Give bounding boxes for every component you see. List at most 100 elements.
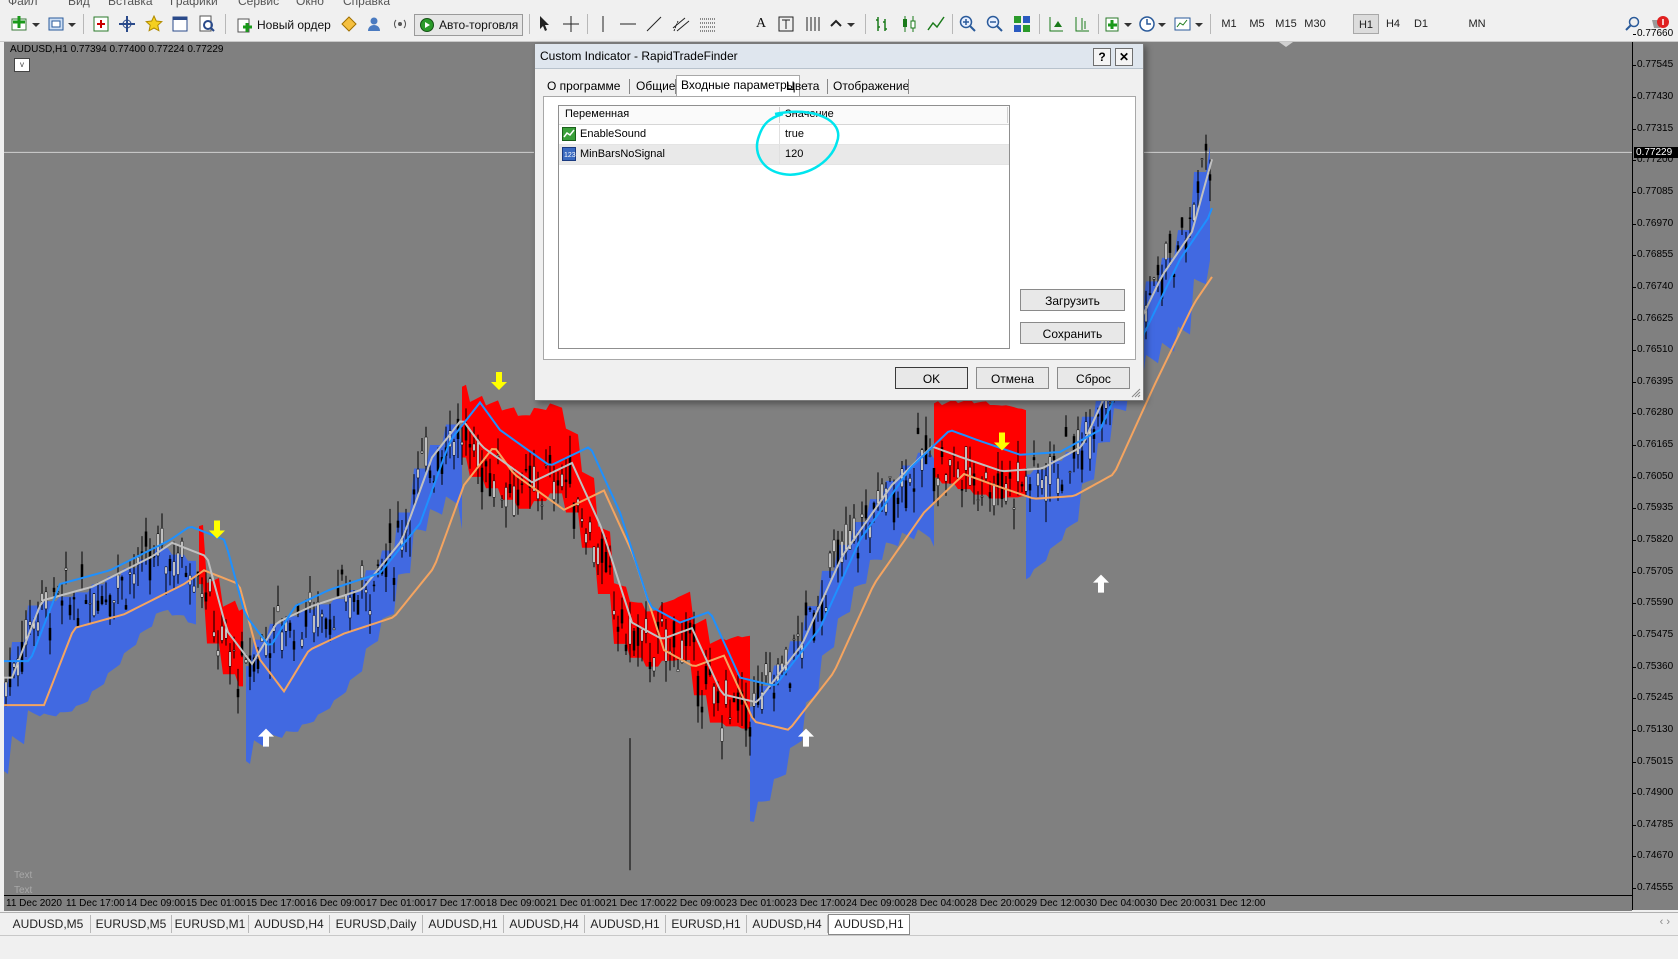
new-chart-button[interactable] <box>8 13 42 35</box>
timeframe-m5[interactable]: M5 <box>1244 14 1270 34</box>
menu-help[interactable]: Справка <box>343 0 390 8</box>
new-order-button[interactable]: Новый ордер <box>232 14 336 36</box>
price-label: 0.76855 <box>1637 249 1674 261</box>
time-label: 21 Dec 01:00 <box>546 898 606 909</box>
menu-charts[interactable]: Графики <box>170 0 218 8</box>
chart-tab[interactable]: EURUSD,H1 <box>666 915 747 933</box>
time-axis[interactable]: 11 Dec 2020 11 Dec 17:00 14 Dec 09:00 15 De… <box>4 895 1632 911</box>
candle-body <box>700 706 704 713</box>
one-click-trading-toggle[interactable]: v <box>14 58 30 72</box>
menu-tools[interactable]: Сервис <box>238 0 279 8</box>
chart-tab[interactable]: AUDUSD,H1 <box>828 914 910 935</box>
strategy-tester-button[interactable] <box>196 13 218 35</box>
chart-tab[interactable]: AUDUSD,H1 <box>585 915 666 933</box>
crosshair-tool[interactable] <box>561 13 581 35</box>
candle-body <box>1052 455 1056 460</box>
tab-colors[interactable]: Цвета <box>782 77 823 95</box>
candle-body <box>112 600 116 603</box>
tab-about[interactable]: О программе <box>543 77 624 95</box>
timeframe-h4[interactable]: H4 <box>1380 14 1406 34</box>
periods-button[interactable] <box>1138 13 1168 35</box>
candle-body <box>600 538 604 563</box>
candle-body <box>660 618 664 622</box>
column-variable[interactable]: Переменная <box>565 108 629 120</box>
channel-tool[interactable] <box>670 13 692 35</box>
zoom-in-button[interactable] <box>957 13 979 35</box>
chart-tab[interactable]: AUDUSD,H4 <box>249 915 330 933</box>
chart-shift-button[interactable] <box>1071 13 1093 35</box>
trendline-tool[interactable] <box>644 13 664 35</box>
timeframe-w1[interactable] <box>1436 14 1462 34</box>
price-tick <box>1633 33 1636 35</box>
zoom-out-button[interactable] <box>984 13 1006 35</box>
chart-tab[interactable]: EURUSD,M1 <box>172 915 249 933</box>
menu-insert[interactable]: Вставка <box>108 0 153 8</box>
profiles-button[interactable] <box>46 13 78 35</box>
templates-button[interactable] <box>1172 13 1206 35</box>
candle-body <box>180 541 184 558</box>
label-tool[interactable] <box>776 13 796 35</box>
chart-tab[interactable]: AUDUSD,H4 <box>747 915 828 933</box>
close-button[interactable]: ✕ <box>1115 48 1133 66</box>
indicators-button[interactable] <box>1104 13 1134 35</box>
chart-tab[interactable]: EURUSD,Daily <box>330 915 423 933</box>
vertical-line-icon <box>602 16 604 32</box>
metaeditor-button[interactable] <box>338 13 360 35</box>
navigator-button[interactable] <box>116 13 138 35</box>
line-chart-button[interactable] <box>925 13 947 35</box>
autotrade-button[interactable]: Авто-торговля <box>414 14 524 36</box>
tile-windows-button[interactable] <box>1011 13 1033 35</box>
candle-body <box>1000 471 1004 500</box>
help-button[interactable]: ? <box>1093 48 1111 66</box>
load-button[interactable]: Загрузить <box>1020 289 1125 311</box>
menu-window[interactable]: Окно <box>296 0 324 8</box>
template-icon <box>1174 17 1203 31</box>
email-button[interactable] <box>363 13 385 35</box>
market-watch-button[interactable] <box>90 13 112 35</box>
chart-tab[interactable]: AUDUSD,H4 <box>504 915 585 933</box>
signals-button[interactable] <box>389 13 411 35</box>
timeframe-d1[interactable]: D1 <box>1408 14 1434 34</box>
period-separator-tool[interactable] <box>802 13 822 35</box>
vertical-line-tool[interactable] <box>595 13 611 35</box>
timeframe-mn[interactable]: MN <box>1464 14 1490 34</box>
candle-body <box>332 627 336 631</box>
price-tick <box>1633 824 1636 826</box>
chart-tab[interactable]: AUDUSD,H1 <box>423 915 504 933</box>
save-button[interactable]: Сохранить <box>1020 322 1125 344</box>
favorites-button[interactable] <box>143 13 165 35</box>
menu-view[interactable]: Вид <box>68 0 90 8</box>
chart-tab[interactable]: EURUSD,M5 <box>91 915 172 933</box>
tab-visualization[interactable]: Отображение <box>829 77 913 95</box>
cancel-button[interactable]: Отмена <box>976 367 1049 389</box>
arrows-tool[interactable] <box>827 13 857 35</box>
price-axis[interactable]: 0.77660 0.77430 0.77200 0.76970 0.76740 0.765… <box>1632 28 1678 925</box>
tab-common[interactable]: Общие <box>632 77 679 95</box>
price-label: 0.75015 <box>1637 755 1674 767</box>
text-tool[interactable]: A <box>752 13 770 35</box>
cursor-tool[interactable] <box>535 13 555 35</box>
menu-file[interactable]: Файл <box>8 0 38 8</box>
price-tick <box>1633 793 1636 795</box>
dialog-titlebar[interactable]: Custom Indicator - RapidTradeFinder ? ✕ <box>535 44 1143 69</box>
reset-button[interactable]: Сброс <box>1057 367 1130 389</box>
fibonacci-tool[interactable] <box>697 13 719 35</box>
bar-chart-button[interactable] <box>871 13 893 35</box>
candle-body <box>1204 143 1208 151</box>
time-label: 23 Dec 17:00 <box>786 898 846 909</box>
tab-scroll-arrows-icon[interactable]: ‹ › <box>1660 916 1670 928</box>
timeframe-m30[interactable]: M30 <box>1301 14 1329 34</box>
timeframe-m15[interactable]: M15 <box>1272 14 1300 34</box>
terminal-button[interactable] <box>169 13 191 35</box>
resize-grip-icon[interactable] <box>1131 388 1141 398</box>
ok-button[interactable]: OK <box>895 367 968 389</box>
autoscroll-button[interactable] <box>1045 13 1067 35</box>
chart-tab[interactable]: AUDUSD,M5 <box>6 915 91 933</box>
price-tick <box>1633 761 1636 763</box>
param-name: EnableSound <box>580 128 647 140</box>
channel-icon <box>672 17 690 32</box>
candle-chart-button[interactable] <box>898 13 920 35</box>
timeframe-m1[interactable]: M1 <box>1216 14 1242 34</box>
horizontal-line-tool[interactable] <box>618 13 638 35</box>
timeframe-h1[interactable]: H1 <box>1353 14 1379 34</box>
